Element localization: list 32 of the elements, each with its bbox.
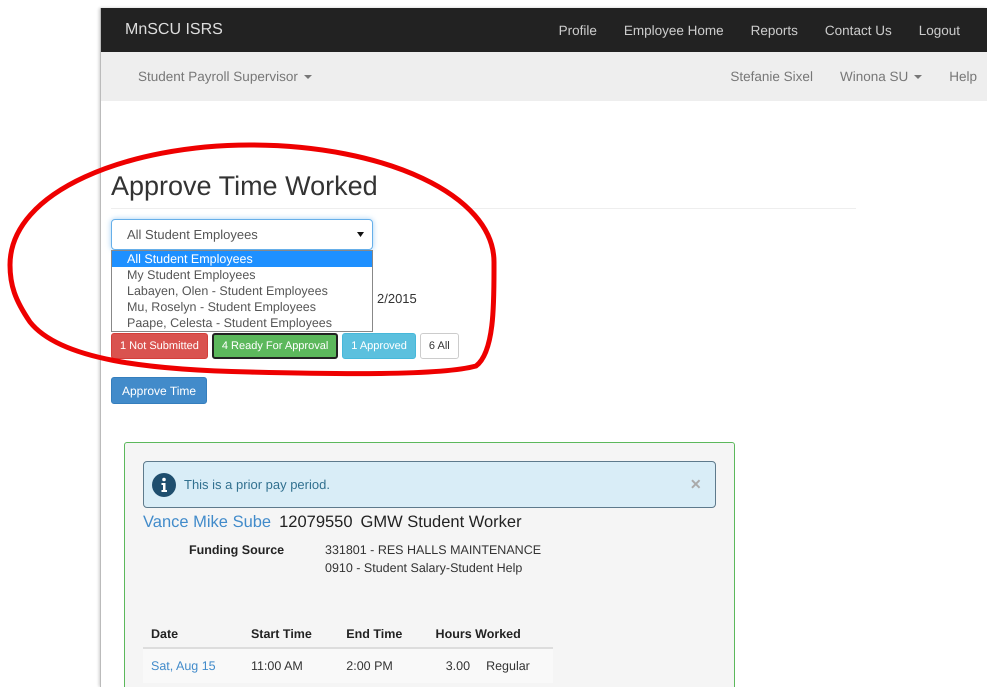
nav-link[interactable]: Contact Us — [824, 22, 892, 38]
pay-period-text: 2/2015 — [377, 291, 418, 308]
help-link[interactable]: Help — [949, 69, 977, 84]
employee-id: 12079550 — [279, 513, 353, 532]
table-cell: 3.00 — [428, 648, 478, 683]
campus-menu[interactable]: Winona SU — [840, 69, 922, 84]
status-filter-button[interactable]: 6 All — [420, 333, 459, 359]
status-filter-button[interactable]: 4 Ready For Approval — [212, 333, 338, 359]
table-cell: 11:00 AM — [242, 648, 338, 683]
page-title: Approve Time Worked — [111, 171, 856, 209]
brand-title: MnSCU ISRS — [125, 21, 224, 39]
nav-link[interactable]: Logout — [918, 22, 960, 38]
dropdown-arrow-icon — [357, 232, 364, 237]
role-menu[interactable]: Student Payroll Supervisor — [138, 69, 704, 84]
nav-link[interactable]: Reports — [750, 22, 798, 38]
dropdown-option[interactable]: All Student Employees — [112, 251, 372, 267]
funding-label: Funding Source — [189, 542, 286, 559]
user-name-link[interactable]: Stefanie Sixel — [730, 69, 813, 84]
nav-link[interactable]: Employee Home — [624, 22, 724, 38]
alert-message: This is a prior pay period. — [184, 477, 331, 492]
approve-time-button[interactable]: Approve Time — [111, 377, 208, 404]
status-filter-button[interactable]: 1 Not Submitted — [111, 333, 208, 359]
table-cell: Regular — [478, 648, 553, 683]
job-title: GMW Student Worker — [360, 513, 522, 532]
nav-link[interactable]: Profile — [558, 22, 597, 38]
info-icon — [152, 472, 176, 496]
funding-source-text: 0910 - Student Salary-Student Help — [325, 560, 524, 577]
employee-name-link[interactable]: Vance Mike Sube — [143, 513, 272, 532]
status-filter-button[interactable]: 1 Approved — [342, 333, 416, 359]
table-cell: 2:00 PM — [338, 648, 428, 683]
employee-select[interactable]: All Student Employees — [111, 219, 373, 250]
funding-source-text: 331801 - RES HALLS MAINTENANCE — [325, 542, 542, 559]
